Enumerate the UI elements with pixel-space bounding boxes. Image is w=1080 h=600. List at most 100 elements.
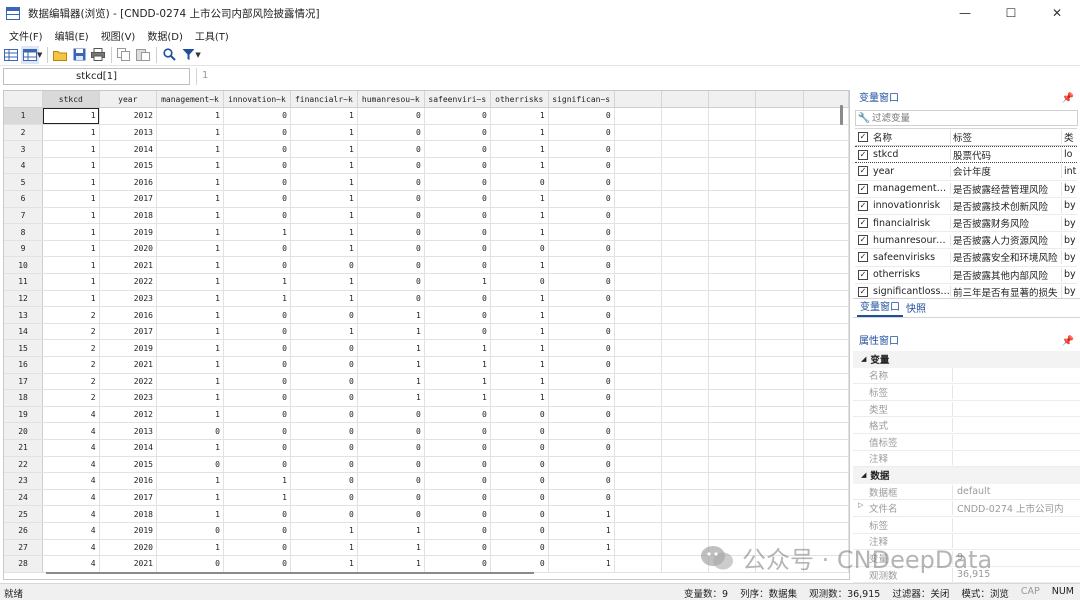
empty-cell[interactable] <box>661 489 710 507</box>
table-cell[interactable]: 1 <box>156 505 224 523</box>
empty-cell[interactable] <box>661 356 710 374</box>
variable-visible-checkbox[interactable]: ✓ <box>855 200 871 211</box>
empty-cell[interactable] <box>661 190 710 208</box>
table-cell[interactable]: 0 <box>357 456 425 474</box>
table-cell[interactable]: 1 <box>156 472 224 490</box>
table-cell[interactable]: 0 <box>548 472 615 490</box>
empty-cell[interactable] <box>755 190 804 208</box>
table-cell[interactable]: 2013 <box>99 422 157 440</box>
row-number[interactable]: 4 <box>4 157 44 175</box>
tab-snapshots[interactable]: 快照 <box>903 300 929 317</box>
empty-cell[interactable] <box>803 472 849 490</box>
chevron-down-icon[interactable]: ▼ <box>37 51 42 59</box>
variable-visible-checkbox[interactable]: ✓ <box>855 269 871 280</box>
table-cell[interactable]: 1 <box>156 539 224 557</box>
table-cell[interactable]: 0 <box>357 157 425 175</box>
row-number[interactable]: 18 <box>4 389 44 407</box>
row-number[interactable]: 22 <box>4 456 44 474</box>
table-cell[interactable]: 0 <box>290 256 358 275</box>
table-cell[interactable]: 0 <box>490 489 549 507</box>
table-cell[interactable]: 2016 <box>99 173 157 192</box>
table-cell[interactable]: 0 <box>424 207 491 225</box>
table-cell[interactable]: 1 <box>156 190 224 208</box>
empty-cell[interactable] <box>708 207 757 225</box>
empty-cell[interactable] <box>614 223 662 241</box>
table-cell[interactable]: 0 <box>548 389 615 407</box>
table-cell[interactable]: 0 <box>290 373 358 391</box>
table-cell[interactable]: 0 <box>357 406 425 424</box>
table-cell[interactable]: 1 <box>42 124 100 142</box>
column-header[interactable]: significan~s <box>548 91 615 109</box>
table-cell[interactable]: 2021 <box>99 555 157 573</box>
paste-icon[interactable] <box>134 46 152 64</box>
table-cell[interactable]: 1 <box>42 140 100 158</box>
empty-cell[interactable] <box>708 472 757 490</box>
table-cell[interactable]: 0 <box>357 505 425 523</box>
table-cell[interactable]: 2022 <box>99 373 157 391</box>
table-cell[interactable]: 0 <box>548 190 615 208</box>
empty-cell[interactable] <box>803 207 849 225</box>
table-cell[interactable]: 0 <box>223 439 291 457</box>
table-cell[interactable]: 2019 <box>99 223 157 241</box>
table-cell[interactable]: 4 <box>42 406 100 424</box>
empty-cell[interactable] <box>803 223 849 241</box>
table-cell[interactable]: 1 <box>490 124 549 142</box>
table-cell[interactable]: 0 <box>424 406 491 424</box>
vertical-scrollbar[interactable] <box>840 105 843 125</box>
empty-cell[interactable] <box>614 140 662 158</box>
table-cell[interactable]: 1 <box>156 207 224 225</box>
table-cell[interactable]: 1 <box>290 323 358 341</box>
type-column-header[interactable]: 类 <box>1062 130 1077 144</box>
empty-cell[interactable] <box>803 306 849 324</box>
table-cell[interactable]: 1 <box>490 107 549 125</box>
empty-cell[interactable] <box>614 273 662 291</box>
table-cell[interactable]: 4 <box>42 555 100 573</box>
table-cell[interactable]: 0 <box>424 173 491 192</box>
table-cell[interactable]: 1 <box>290 190 358 208</box>
empty-cell[interactable] <box>614 555 662 573</box>
table-cell[interactable]: 1 <box>156 389 224 407</box>
empty-cell[interactable] <box>755 522 804 540</box>
column-header[interactable]: innovation~k <box>223 91 291 109</box>
table-cell[interactable]: 1 <box>156 373 224 391</box>
table-cell[interactable]: 0 <box>156 555 224 573</box>
row-number[interactable]: 15 <box>4 339 44 357</box>
collapse-icon[interactable]: ◢ <box>861 471 866 479</box>
cell-reference-box[interactable]: stkcd[1] <box>3 68 190 85</box>
table-cell[interactable]: 2019 <box>99 339 157 357</box>
table-cell[interactable]: 2016 <box>99 472 157 490</box>
empty-cell[interactable] <box>755 373 804 391</box>
empty-cell[interactable] <box>661 439 710 457</box>
empty-cell[interactable] <box>803 489 849 507</box>
table-cell[interactable]: 1 <box>424 356 491 374</box>
empty-cell[interactable] <box>755 273 804 291</box>
table-cell[interactable]: 1 <box>290 522 358 540</box>
column-header[interactable]: stkcd <box>42 91 100 109</box>
table-cell[interactable]: 2018 <box>99 207 157 225</box>
table-cell[interactable]: 1 <box>490 190 549 208</box>
table-cell[interactable]: 0 <box>290 505 358 523</box>
variable-row[interactable]: ✓ innovationrisk 是否披露技术创新风险 by <box>855 198 1077 215</box>
table-cell[interactable]: 0 <box>223 107 291 125</box>
empty-cell[interactable] <box>614 107 662 125</box>
table-cell[interactable]: 0 <box>290 456 358 474</box>
table-cell[interactable]: 0 <box>223 539 291 557</box>
empty-cell[interactable] <box>803 522 849 540</box>
table-cell[interactable]: 0 <box>424 190 491 208</box>
table-cell[interactable]: 2 <box>42 373 100 391</box>
empty-cell[interactable] <box>803 290 849 308</box>
table-cell[interactable]: 0 <box>548 223 615 241</box>
empty-cell[interactable] <box>755 223 804 241</box>
table-cell[interactable]: 0 <box>424 456 491 474</box>
table-cell[interactable]: 1 <box>490 223 549 241</box>
table-cell[interactable]: 4 <box>42 522 100 540</box>
row-number[interactable]: 9 <box>4 240 44 258</box>
variable-row[interactable]: ✓ otherrisks 是否披露其他内部风险 by <box>855 267 1077 284</box>
table-cell[interactable]: 0 <box>490 422 549 440</box>
empty-cell[interactable] <box>708 439 757 457</box>
table-cell[interactable]: 0 <box>548 240 615 258</box>
table-cell[interactable]: 1 <box>42 207 100 225</box>
property-row[interactable]: 值标签 <box>853 434 1080 451</box>
table-cell[interactable]: 1 <box>223 273 291 291</box>
table-cell[interactable]: 1 <box>42 290 100 308</box>
